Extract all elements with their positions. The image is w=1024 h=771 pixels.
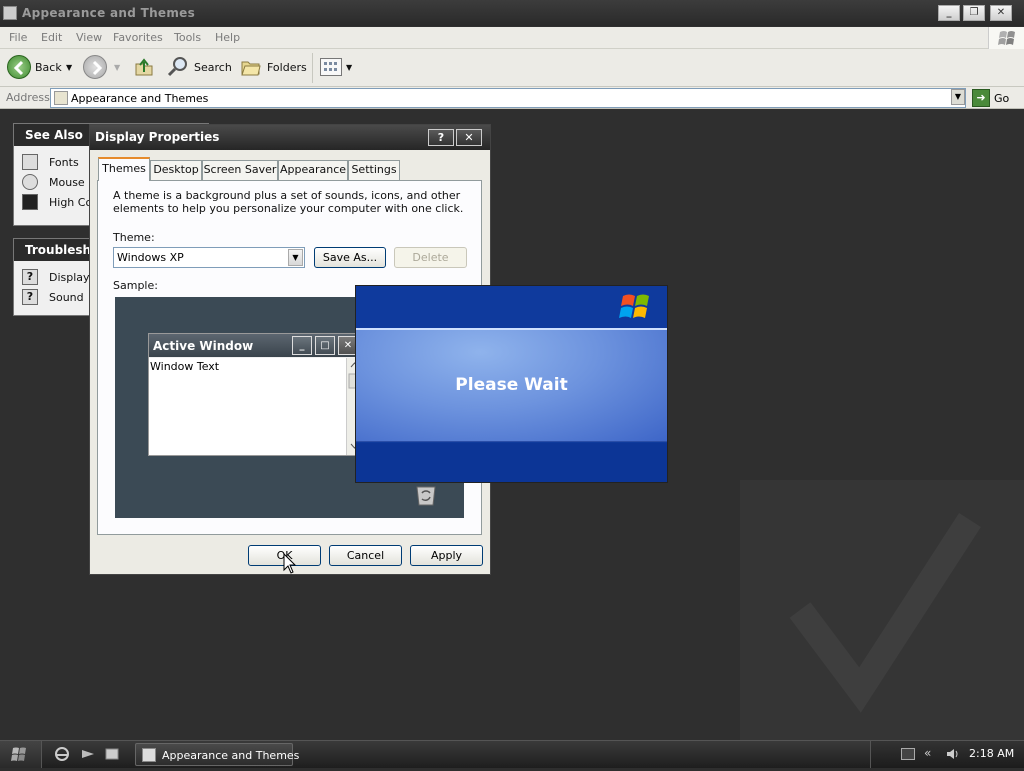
go-arrow-icon: ➜ xyxy=(972,89,990,107)
menu-view[interactable]: View xyxy=(76,31,102,44)
please-wait-splash: Please Wait xyxy=(355,285,668,483)
menu-help[interactable]: Help xyxy=(215,31,240,44)
tray-expand-chevron-icon[interactable]: « xyxy=(924,746,931,760)
sample-window-title: Active Window xyxy=(153,339,254,353)
views-icon[interactable] xyxy=(320,58,342,76)
control-panel-icon xyxy=(54,91,68,105)
dialog-title-bar[interactable]: Display Properties ? ✕ xyxy=(90,125,490,150)
help-button[interactable]: ? xyxy=(428,129,454,146)
see-also-item-label: Fonts xyxy=(49,156,79,169)
high-contrast-icon xyxy=(22,194,38,210)
windows-logo-icon xyxy=(619,294,649,318)
help-icon: ? xyxy=(22,269,38,285)
theme-description: A theme is a background plus a set of so… xyxy=(113,189,464,215)
back-dropdown-icon[interactable]: ▼ xyxy=(66,63,72,72)
troubleshooter-item-label: Display xyxy=(49,271,90,284)
mouse-icon xyxy=(22,174,38,190)
media-player-icon[interactable] xyxy=(80,746,96,762)
mouse-cursor-icon xyxy=(283,553,297,574)
keyboard-icon[interactable] xyxy=(901,748,915,760)
folder-icon xyxy=(3,6,17,20)
minimize-icon: _ xyxy=(292,336,312,355)
theme-label: Theme: xyxy=(113,231,155,244)
background-watermark-icon xyxy=(740,480,1024,740)
folders-button-label[interactable]: Folders xyxy=(267,61,307,74)
menu-tools[interactable]: Tools xyxy=(174,31,201,44)
menu-bar: File Edit View Favorites Tools Help xyxy=(0,27,1024,49)
start-button[interactable] xyxy=(0,741,42,768)
folders-icon[interactable] xyxy=(240,56,262,78)
troubleshooter-item-label: Sound xyxy=(49,291,84,304)
start-windows-logo-icon xyxy=(11,747,26,761)
close-button[interactable]: ✕ xyxy=(990,5,1012,21)
see-also-item-label: High Co xyxy=(49,196,93,209)
search-icon[interactable] xyxy=(167,56,189,78)
chevron-down-icon[interactable]: ▼ xyxy=(288,249,303,266)
theme-select-value: Windows XP xyxy=(117,251,184,264)
sample-window-text: Window Text xyxy=(150,360,220,373)
tab-screen-saver[interactable]: Screen Saver xyxy=(202,160,278,180)
address-dropdown-icon[interactable]: ▼ xyxy=(951,89,965,105)
apply-button[interactable]: Apply xyxy=(410,545,483,566)
menu-favorites[interactable]: Favorites xyxy=(113,31,163,44)
sample-label: Sample: xyxy=(113,279,158,292)
please-wait-message: Please Wait xyxy=(455,375,568,395)
go-button[interactable]: ➜ Go xyxy=(972,89,1020,107)
toolbar-separator xyxy=(312,53,313,83)
address-label: Address xyxy=(6,91,50,104)
help-icon: ? xyxy=(22,289,38,305)
internet-explorer-icon[interactable] xyxy=(54,746,70,762)
see-also-item-label: Mouse P xyxy=(49,176,95,189)
system-tray: « 2:18 AM xyxy=(870,741,1024,768)
restore-button[interactable]: ❐ xyxy=(963,5,985,21)
sample-window-title-bar: Active Window _ □ ✕ xyxy=(149,334,362,357)
forward-dropdown-icon[interactable]: ▼ xyxy=(114,63,120,72)
tab-settings[interactable]: Settings xyxy=(348,160,400,180)
up-folder-icon[interactable] xyxy=(133,56,155,78)
address-field[interactable]: Appearance and Themes xyxy=(50,88,966,108)
dialog-close-button[interactable]: ✕ xyxy=(456,129,482,146)
maximize-icon: □ xyxy=(315,336,335,355)
tab-desktop[interactable]: Desktop xyxy=(150,160,202,180)
cancel-button[interactable]: Cancel xyxy=(329,545,402,566)
go-label: Go xyxy=(994,92,1010,105)
menu-edit[interactable]: Edit xyxy=(41,31,62,44)
save-as-button[interactable]: Save As... xyxy=(314,247,386,268)
sample-window-body: Window Text xyxy=(149,358,346,455)
recycle-bin-icon xyxy=(416,486,436,506)
taskbar-button-appearance-and-themes[interactable]: Appearance and Themes xyxy=(135,743,299,766)
dialog-title: Display Properties xyxy=(95,130,220,144)
forward-arrow-icon[interactable] xyxy=(83,55,107,79)
show-desktop-icon[interactable] xyxy=(104,746,120,762)
tab-themes[interactable]: Themes xyxy=(98,157,150,181)
search-button-label[interactable]: Search xyxy=(194,61,232,74)
back-arrow-icon[interactable] xyxy=(7,55,31,79)
tab-appearance[interactable]: Appearance xyxy=(278,160,348,180)
address-value: Appearance and Themes xyxy=(71,92,209,105)
delete-button[interactable]: Delete xyxy=(394,247,467,268)
views-dropdown-icon[interactable]: ▼ xyxy=(346,63,352,72)
menu-file[interactable]: File xyxy=(9,31,27,44)
fonts-icon xyxy=(22,154,38,170)
minimize-button[interactable]: _ xyxy=(938,5,960,21)
explorer-title: Appearance and Themes xyxy=(22,6,196,20)
taskbar: Appearance and Themes « 2:18 AM xyxy=(0,740,1024,768)
explorer-title-bar[interactable]: Appearance and Themes _ ❐ ✕ xyxy=(0,0,1024,26)
splash-bottom-band xyxy=(356,443,667,482)
tray-clock: 2:18 AM xyxy=(969,747,1015,760)
address-bar: Address Appearance and Themes ▼ ➜ Go xyxy=(0,87,1024,109)
volume-icon[interactable] xyxy=(945,746,961,762)
windows-logo-icon xyxy=(988,27,1024,49)
taskbar-button-label: Appearance and Themes xyxy=(162,749,300,762)
back-button-label[interactable]: Back xyxy=(35,61,62,74)
sample-active-window: Active Window _ □ ✕ Window Text xyxy=(148,333,363,456)
theme-select[interactable]: Windows XP ▼ xyxy=(113,247,305,268)
standard-toolbar: Back ▼ ▼ Search Folders ▼ xyxy=(0,49,1024,87)
control-panel-icon xyxy=(142,748,156,762)
